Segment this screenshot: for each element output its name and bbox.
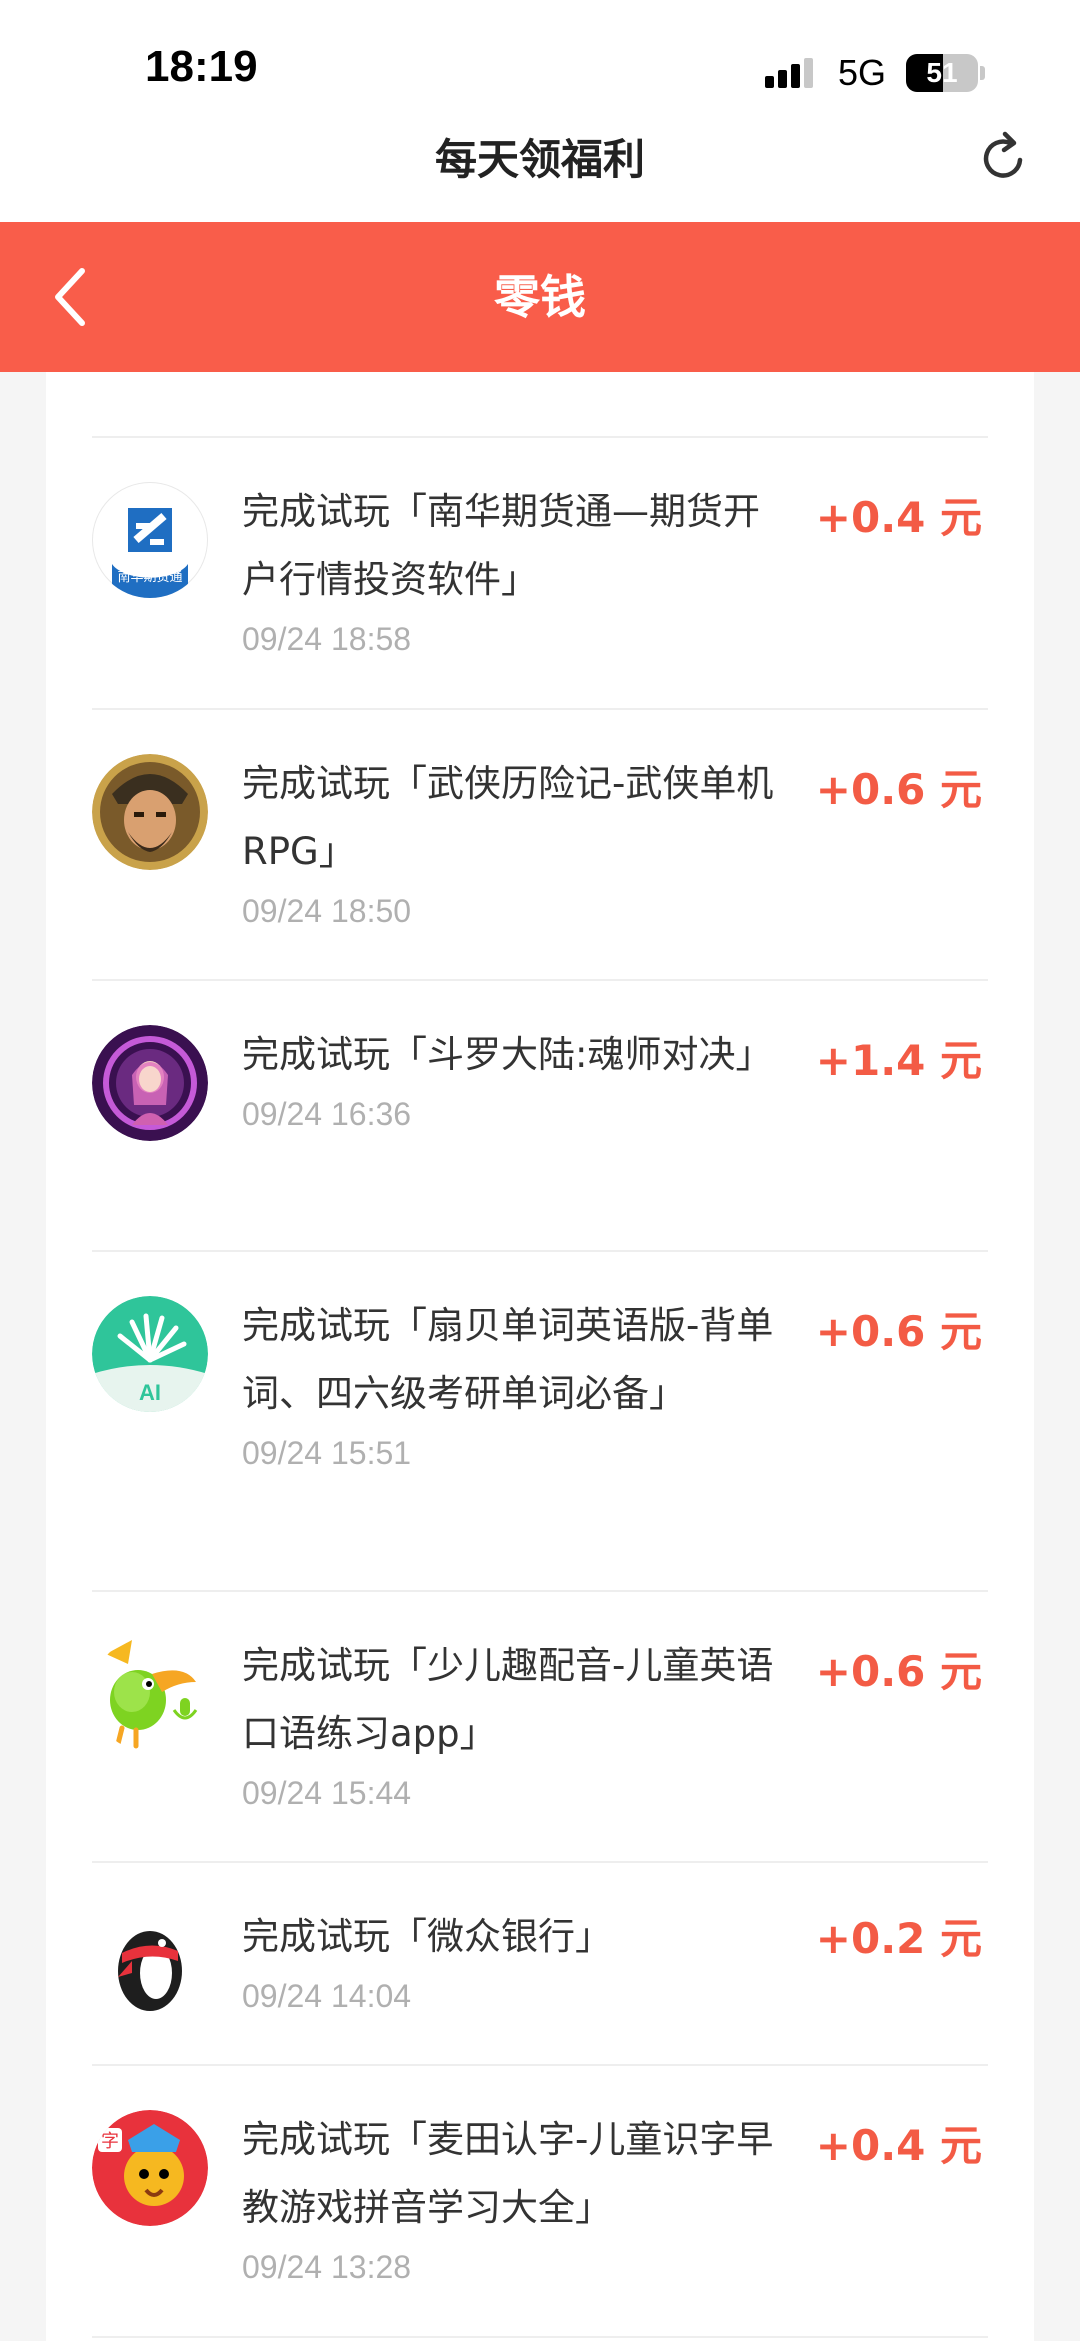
record-title: 完成试玩「少儿趣配音-儿童英语口语练习app」 (242, 1644, 774, 1755)
status-bar: 18:19 5G 51 (0, 0, 1080, 120)
parrot-dubbing-app-icon (92, 1636, 208, 1752)
record-amount: +0.4 元 (815, 2121, 982, 2170)
record-title: 完成试玩「扇贝单词英语版-背单词、四六级考研单词必备」 (242, 1304, 774, 1415)
app-icon-text: AI (139, 1380, 161, 1405)
shanbay-words-app-icon: AI (92, 1296, 208, 1412)
maitian-literacy-app-icon: 字 (92, 2110, 208, 2226)
network-type: 5G (838, 52, 887, 93)
record-time: 09/24 15:51 (242, 1435, 412, 1471)
list-item[interactable]: 完成试玩「武侠历险记-武侠单机RPG」 09/24 18:50 +0.6 元 (92, 710, 988, 981)
battery-icon: 51 (906, 54, 985, 92)
record-amount: +0.6 元 (815, 765, 982, 814)
record-title: 完成试玩「微众银行」 (242, 1915, 612, 1958)
records-list: 南华期货通 完成试玩「南华期货通—期货开户行情投资软件」 09/24 18:58… (92, 436, 988, 2338)
wuxia-adventure-app-icon (92, 754, 208, 870)
douluo-dalu-app-icon (92, 1025, 208, 1141)
top-bar: 每天领福利 (0, 120, 1080, 222)
record-amount: +0.6 元 (815, 1647, 982, 1696)
webank-penguin-app-icon (92, 1907, 208, 2023)
record-amount: +0.2 元 (815, 1914, 982, 1963)
record-time: 09/24 18:58 (242, 621, 412, 657)
wallet-header: 零钱 (0, 222, 1080, 372)
record-time: 09/24 16:36 (242, 1096, 412, 1132)
record-title: 完成试玩「武侠历险记-武侠单机RPG」 (242, 762, 774, 873)
record-time: 09/24 13:28 (242, 2249, 412, 2285)
cellular-signal-icon (765, 58, 813, 88)
record-amount: +0.4 元 (815, 493, 982, 542)
nanhua-futures-app-icon: 南华期货通 (92, 482, 208, 598)
list-item[interactable]: AI 完成试玩「扇贝单词英语版-背单词、四六级考研单词必备」 09/24 15:… (92, 1252, 988, 1592)
record-time: 09/24 15:44 (242, 1775, 412, 1811)
record-title: 完成试玩「南华期货通—期货开户行情投资软件」 (242, 490, 760, 601)
records-card: 南华期货通 完成试玩「南华期货通—期货开户行情投资软件」 09/24 18:58… (46, 372, 1034, 2341)
battery-percent: 51 (926, 57, 958, 88)
record-time: 09/24 18:50 (242, 893, 412, 929)
header-title: 零钱 (494, 270, 586, 324)
app-icon-text: 字 (101, 2131, 119, 2152)
record-amount: +0.6 元 (815, 1307, 982, 1356)
list-item[interactable]: 南华期货通 完成试玩「南华期货通—期货开户行情投资软件」 09/24 18:58… (92, 438, 988, 710)
record-amount: +1.4 元 (815, 1036, 982, 1085)
app-icon-text: 南华期货通 (117, 569, 182, 585)
refresh-icon[interactable] (976, 130, 1032, 186)
record-title: 完成试玩「斗罗大陆:魂师对决」 (242, 1033, 773, 1076)
list-item[interactable]: 字 完成试玩「麦田认字-儿童识字早教游戏拼音学习大全」 09/24 13:28 … (92, 2066, 988, 2338)
record-title: 完成试玩「麦田认字-儿童识字早教游戏拼音学习大全」 (242, 2118, 774, 2229)
list-item[interactable]: 完成试玩「少儿趣配音-儿童英语口语练习app」 09/24 15:44 +0.6… (92, 1592, 988, 1863)
list-item[interactable]: 完成试玩「斗罗大陆:魂师对决」 09/24 16:36 +1.4 元 (92, 981, 988, 1252)
page-title: 每天领福利 (434, 135, 645, 184)
record-time: 09/24 14:04 (242, 1978, 412, 2014)
status-time: 18:19 (145, 42, 258, 91)
list-item[interactable]: 完成试玩「微众银行」 09/24 14:04 +0.2 元 (92, 1863, 988, 2066)
